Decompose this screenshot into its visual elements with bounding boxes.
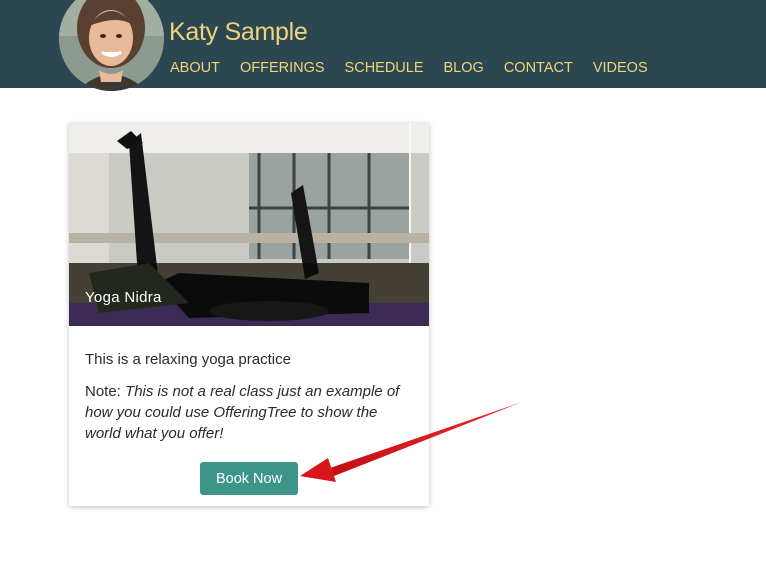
offering-title[interactable]: Yoga Nidra	[85, 289, 162, 306]
note-label: Note:	[85, 383, 121, 400]
avatar[interactable]	[59, 0, 164, 91]
nav-blog[interactable]: BLOG	[444, 60, 484, 76]
offering-note: Note: This is not a real class just an e…	[85, 381, 415, 444]
offering-card: Yoga Nidra This is a relaxing yoga pract…	[69, 123, 429, 506]
nav-videos[interactable]: VIDEOS	[593, 60, 648, 76]
nav-offerings[interactable]: OFFERINGS	[240, 60, 325, 76]
nav-contact[interactable]: CONTACT	[504, 60, 573, 76]
main-nav: ABOUT OFFERINGS SCHEDULE BLOG CONTACT VI…	[170, 60, 668, 76]
offering-description: This is a relaxing yoga practice	[85, 351, 291, 368]
nav-schedule[interactable]: SCHEDULE	[345, 60, 424, 76]
book-now-button[interactable]: Book Now	[200, 462, 298, 495]
site-header: Katy Sample ABOUT OFFERINGS SCHEDULE BLO…	[0, 0, 766, 91]
brand-name[interactable]: Katy Sample	[169, 18, 308, 47]
note-text: This is not a real class just an example…	[85, 383, 400, 442]
nav-about[interactable]: ABOUT	[170, 60, 220, 76]
